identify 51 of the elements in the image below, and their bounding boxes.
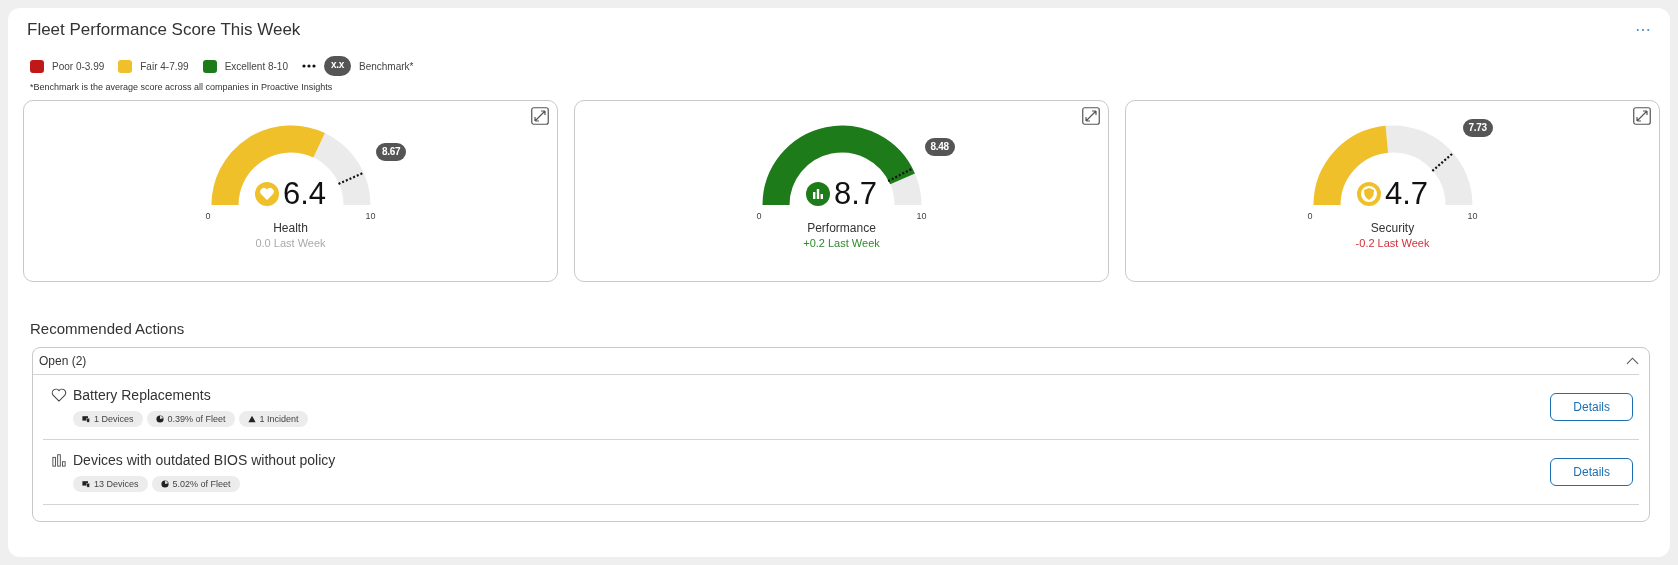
- gauge-name: Health: [273, 221, 308, 235]
- section-title: Recommended Actions: [29, 320, 186, 337]
- benchmark-badge: 8.67: [376, 143, 407, 162]
- gauge-name: Performance: [807, 221, 876, 235]
- legend-label: Fair 4-7.99: [140, 60, 189, 72]
- monitor-icon: [82, 480, 90, 488]
- change-text: 0.0 Last Week: [255, 237, 326, 249]
- benchmark-badge: x.x: [324, 56, 351, 76]
- pie-icon: [155, 415, 164, 423]
- warning-icon: [247, 415, 256, 423]
- axis-label: 0: [756, 211, 762, 221]
- accordion-header[interactable]: Open (2): [39, 354, 87, 368]
- more-icon[interactable]: [1636, 28, 1650, 32]
- axis-label: 10: [365, 211, 376, 221]
- axis-label: 10: [1467, 211, 1478, 221]
- legend-label: Benchmark*: [359, 60, 414, 72]
- score-value: 6.4: [282, 178, 327, 209]
- change-text: +0.2 Last Week: [803, 237, 880, 249]
- benchmark-badge: 7.73: [1462, 118, 1493, 137]
- benchmark-badge: 8.48: [924, 137, 955, 156]
- axis-label: 10: [916, 211, 927, 221]
- expand-icon[interactable]: [1082, 107, 1100, 125]
- chip-label: 0.39% of Fleet: [167, 414, 226, 424]
- chip-label: 5.02% of Fleet: [172, 479, 231, 489]
- chevron-icon[interactable]: [1626, 357, 1639, 365]
- shield-icon: [1356, 181, 1381, 206]
- monitor-icon: [82, 415, 90, 423]
- score-value: 8.7: [833, 178, 878, 209]
- axis-label: 0: [1307, 211, 1313, 221]
- legend-label: Excellent 8-10: [224, 60, 288, 72]
- card-title: Fleet Performance Score This Week: [27, 20, 301, 40]
- dotted-line-icon: [302, 64, 316, 68]
- gauge-name: Security: [1370, 221, 1415, 235]
- change-text: -0.2 Last Week: [1355, 237, 1430, 249]
- details-button[interactable]: Details: [1550, 393, 1633, 421]
- action-title: Devices with outdated BIOS without policy: [73, 452, 336, 468]
- expand-icon[interactable]: [531, 107, 549, 125]
- chart-icon: [805, 181, 830, 206]
- chip-label: 1 Devices: [94, 414, 134, 424]
- footnote: *Benchmark is the average score across all companies in Proactive Insights: [29, 82, 334, 92]
- heart-icon: [51, 388, 67, 402]
- chip-label: 1 Incident: [259, 414, 299, 424]
- action-title: Battery Replacements: [73, 387, 211, 403]
- bar-chart-icon: [51, 453, 67, 467]
- expand-icon[interactable]: [1633, 107, 1651, 125]
- chip-label: 13 Devices: [94, 479, 139, 489]
- axis-label: 0: [205, 211, 211, 221]
- score-value: 4.7: [1384, 178, 1429, 209]
- pie-icon: [160, 480, 169, 488]
- legend-label: Poor 0-3.99: [52, 60, 105, 72]
- details-button[interactable]: Details: [1550, 458, 1633, 486]
